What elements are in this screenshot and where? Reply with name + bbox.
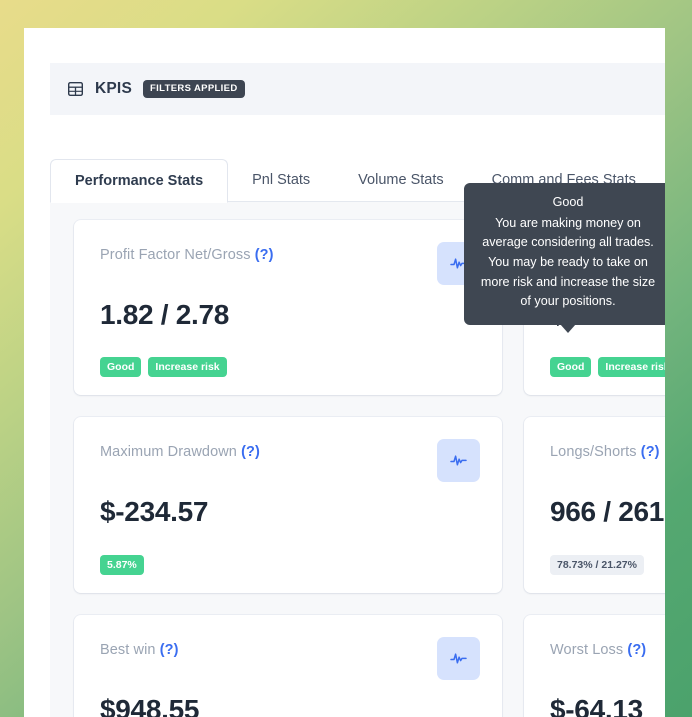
kpi-card-maximum-drawdown: Maximum Drawdown (?) $-234.57 5.87% — [74, 417, 502, 593]
card-title: Maximum Drawdown (?) — [100, 439, 260, 460]
card-badges: 5.87% — [100, 554, 480, 575]
filters-applied-badge: FILTERS APPLIED — [142, 80, 245, 98]
ratio-badge: 78.73% / 21.27% — [550, 554, 644, 575]
card-title: Profit Factor Net/Gross (?) — [100, 242, 274, 263]
help-icon[interactable]: (?) — [241, 444, 260, 460]
advice-badge: Increase risk — [598, 357, 665, 378]
kpi-card-row: Best win (?) $948.55 AAPL — [74, 614, 665, 717]
kpis-title: KPIS — [95, 80, 132, 97]
tab-volume-stats[interactable]: Volume Stats — [334, 158, 467, 202]
status-badge: Good — [550, 357, 592, 378]
card-title-text: Worst Loss — [550, 641, 624, 658]
tab-performance-stats[interactable]: Performance Stats — [50, 159, 229, 203]
tooltip-body: You are making money on average consider… — [480, 215, 656, 309]
help-icon[interactable]: (?) — [160, 642, 179, 658]
card-header: Longs/Shorts (?) — [550, 439, 665, 482]
card-header: Profit Factor Net/Gross (?) — [100, 242, 480, 285]
kpi-card-best-win: Best win (?) $948.55 AAPL — [74, 614, 502, 717]
tab-pnl-stats[interactable]: Pnl Stats — [228, 158, 334, 202]
kpi-card-longs-shorts: Longs/Shorts (?) 966 / 261 78.73% / 21.2… — [524, 417, 665, 593]
card-value: 966 / 261 — [550, 496, 665, 528]
card-value: $948.55 — [100, 693, 200, 717]
card-title-text: Best win — [100, 641, 156, 658]
card-title: Best win (?) — [100, 637, 179, 658]
card-title: Worst Loss (?) — [550, 637, 646, 658]
kpi-card-worst-loss: Worst Loss (?) $-64.13 JWN — [524, 614, 665, 717]
card-title-text: Longs/Shorts — [550, 444, 637, 461]
card-header: Worst Loss (?) — [550, 637, 665, 680]
activity-chart-icon[interactable] — [437, 439, 480, 483]
help-icon[interactable]: (?) — [641, 444, 660, 460]
tab-label: Pnl Stats — [252, 172, 311, 188]
advice-badge: Increase risk — [148, 357, 227, 378]
kpi-tooltip: Good You are making money on average con… — [464, 183, 665, 333]
kpis-header: KPIS FILTERS APPLIED — [50, 63, 665, 115]
tab-label: Performance Stats — [75, 173, 204, 189]
status-badge: Good — [100, 357, 142, 378]
card-badges: Good Increase risk — [100, 357, 480, 378]
grid-icon — [68, 82, 83, 96]
card-value: $-234.57 — [100, 496, 209, 528]
card-title-text: Maximum Drawdown — [100, 444, 237, 461]
kpi-card-profit-factor: Profit Factor Net/Gross (?) 1.82 / 2.78 … — [74, 220, 502, 396]
activity-chart-icon[interactable] — [437, 636, 480, 680]
card-badges: Good Increase risk — [550, 357, 665, 378]
tooltip-arrow — [560, 323, 576, 333]
card-value: $-64.13 — [550, 693, 643, 717]
card-title: Longs/Shorts (?) — [550, 439, 660, 460]
card-header: Best win (?) — [100, 636, 480, 680]
drawdown-percent-badge: 5.87% — [100, 554, 144, 575]
card-value: 1.82 / 2.78 — [100, 299, 230, 330]
tooltip-title: Good — [552, 195, 584, 209]
tab-label: Volume Stats — [358, 172, 444, 188]
app-panel: KPIS FILTERS APPLIED Performance Stats P… — [24, 28, 665, 717]
help-icon[interactable]: (?) — [255, 247, 274, 263]
card-title-text: Profit Factor Net/Gross — [100, 247, 251, 263]
card-badges: 78.73% / 21.27% — [550, 554, 665, 575]
kpi-card-row: Maximum Drawdown (?) $-234.57 5.87% Long… — [74, 417, 665, 593]
card-header: Maximum Drawdown (?) — [100, 439, 480, 483]
help-icon[interactable]: (?) — [627, 642, 646, 658]
